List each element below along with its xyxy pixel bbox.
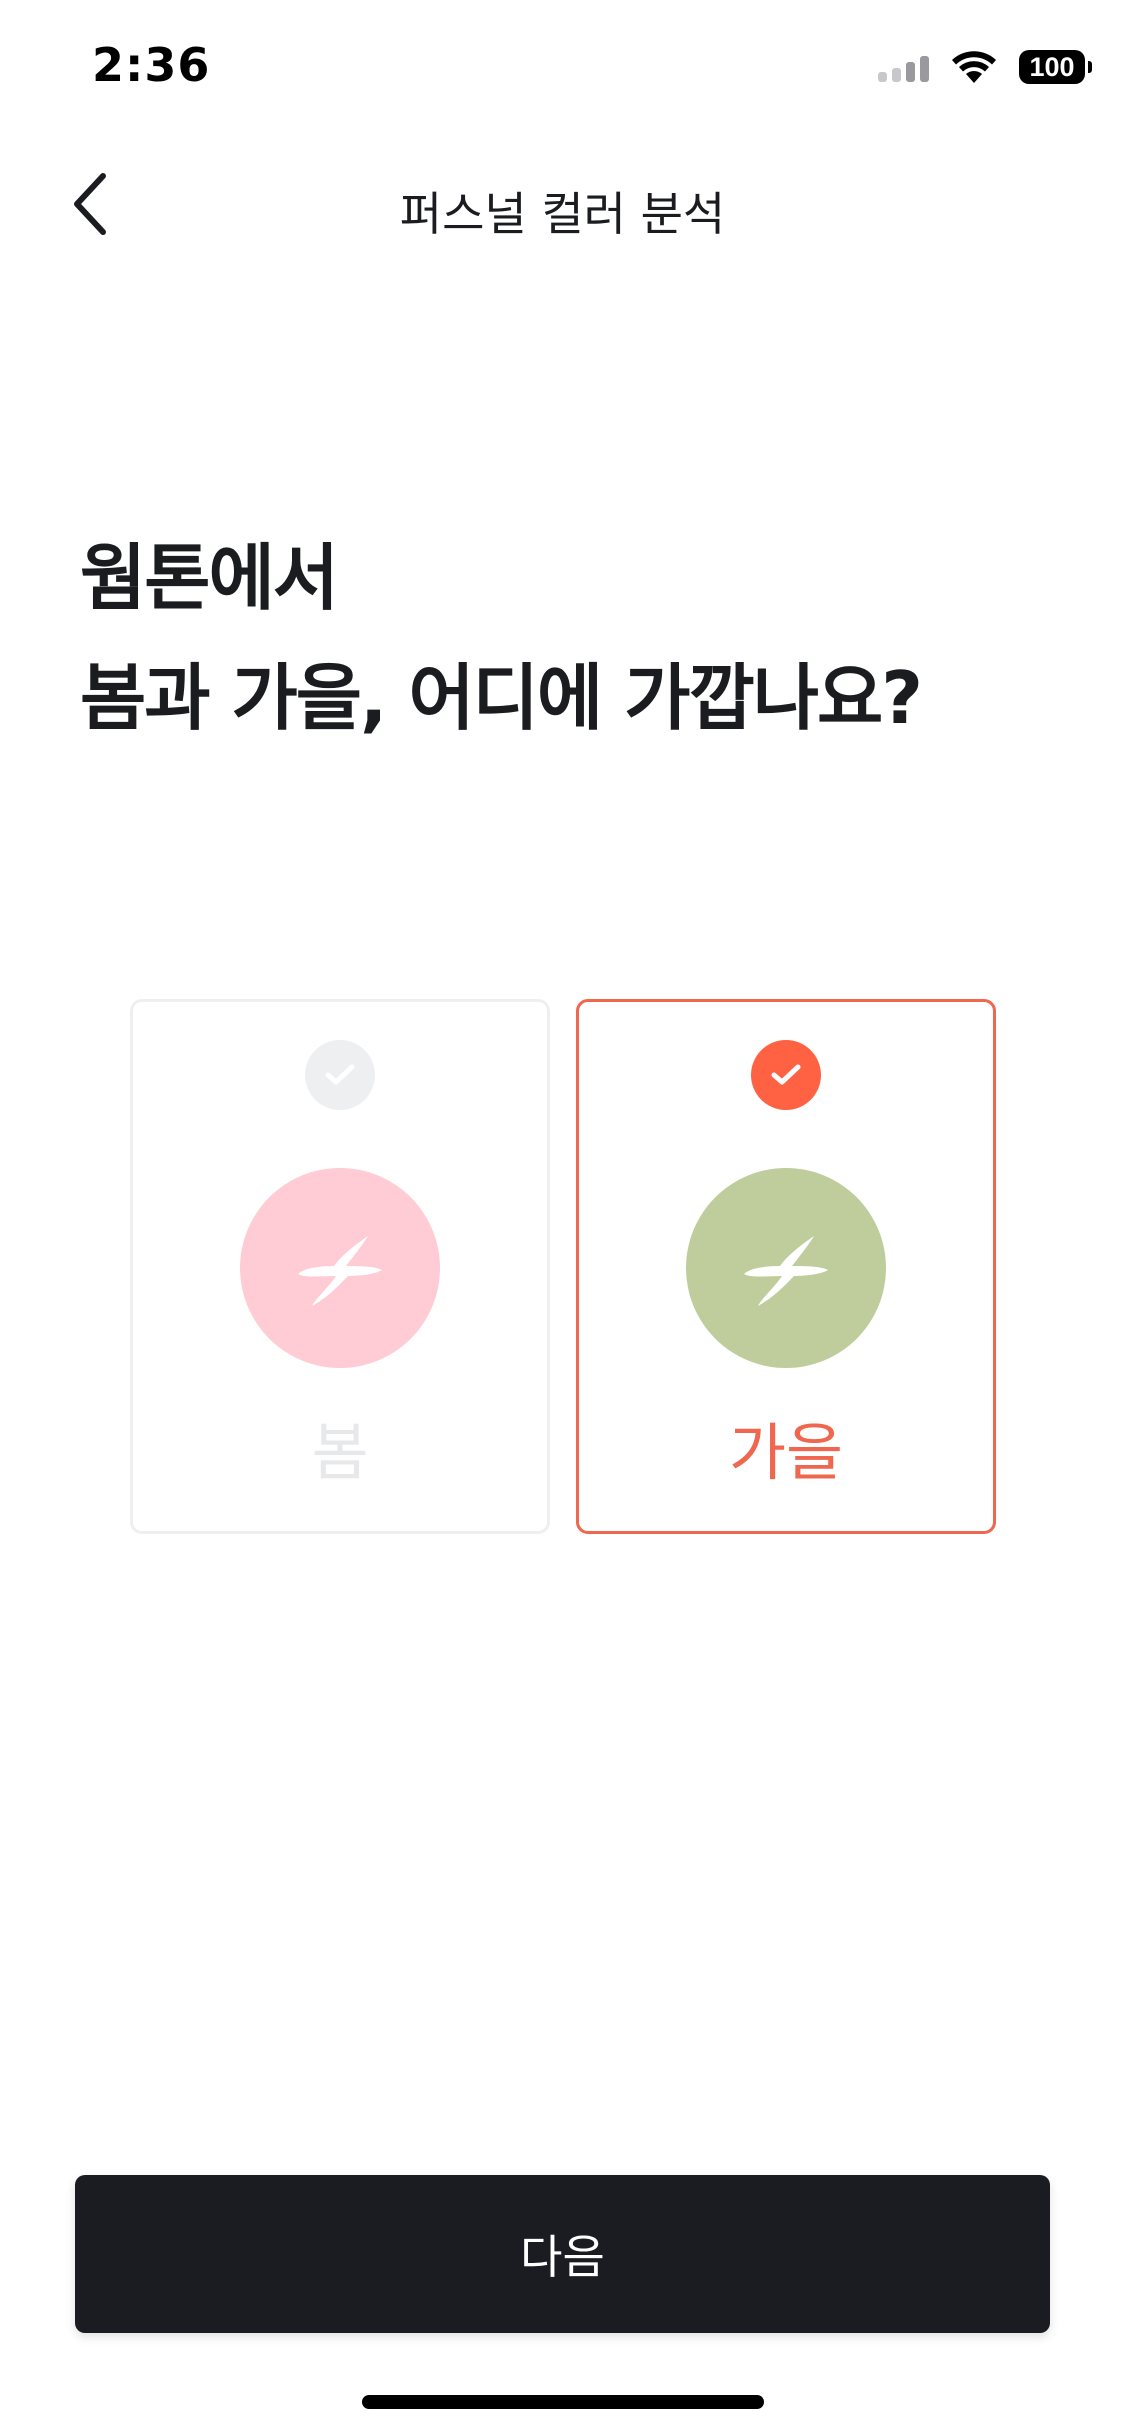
question-heading: 웜톤에서 봄과 가을, 어디에 가깝나요? [80,518,923,758]
question-line-1: 웜톤에서 [80,536,339,620]
option-label-autumn: 가을 [728,1416,844,1489]
page-title: 퍼스널 컬러 분석 [399,187,726,241]
check-circle-autumn [751,1040,821,1110]
nav-bar: 퍼스널 컬러 분석 [0,150,1125,260]
question-line-2: 봄과 가을, 어디에 가깝나요? [80,656,923,740]
season-options: 봄 가을 [130,999,996,1534]
sparkle-icon [744,1236,828,1306]
check-circle-spring [305,1040,375,1110]
battery-level: 100 [1029,51,1075,82]
check-icon [771,1064,801,1085]
cellular-signal-icon [878,52,929,82]
status-time: 2:36 [92,38,211,92]
screen: 2:36 100 퍼스널 컬러 분석 웜톤에서 봄과 가을, 어디에 가깝나요?… [0,0,1125,2436]
battery-icon: 100 [1019,50,1092,84]
status-bar: 2:36 100 [0,0,1125,140]
color-swatch-spring [240,1168,440,1368]
color-swatch-autumn [686,1168,886,1368]
check-icon [325,1064,355,1085]
next-button[interactable]: 다음 [75,2175,1050,2333]
home-indicator [362,2395,764,2409]
option-card-spring[interactable]: 봄 [130,999,550,1534]
sparkle-icon [298,1236,382,1306]
option-label-spring: 봄 [311,1416,369,1489]
wifi-icon [952,51,996,83]
option-card-autumn[interactable]: 가을 [576,999,996,1534]
status-icons: 100 [878,50,1092,84]
